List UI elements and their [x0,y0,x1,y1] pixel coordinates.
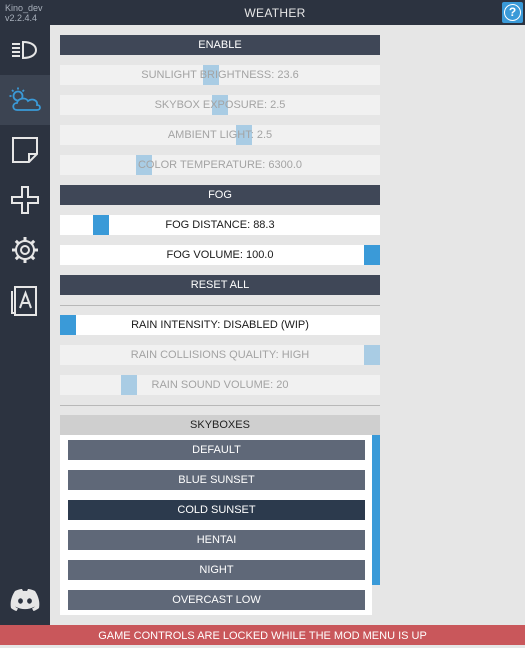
skybox-item-default[interactable]: DEFAULT [68,440,365,460]
status-banner: GAME CONTROLS ARE LOCKED WHILE THE MOD M… [0,625,525,645]
sunlight-brightness-slider[interactable]: SUNLIGHT BRIGHTNESS: 23.6 [60,65,380,85]
slider-handle[interactable] [121,375,137,395]
enable-button[interactable]: ENABLE [60,35,380,55]
slider-label: SUNLIGHT BRIGHTNESS: 23.6 [141,69,299,81]
fog-header: FOG [60,185,380,205]
fog-volume-slider[interactable]: FOG VOLUME: 100.0 [60,245,380,265]
skybox-item-cold-sunset[interactable]: COLD SUNSET [68,500,365,520]
skyboxes-title: SKYBOXES [190,419,250,431]
divider [60,405,380,406]
slider-handle[interactable] [364,245,380,265]
scrollbar-thumb[interactable] [372,435,380,585]
reset-all-label: RESET ALL [190,279,250,291]
sidebar-item-discord[interactable] [0,575,50,625]
help-icon: ? [504,4,521,21]
sidebar-item-notes[interactable] [0,125,50,175]
title-bar: Kino_dev v2.2.4.4 WEATHER ? [0,0,525,25]
sidebar-item-weather[interactable] [0,75,50,125]
reset-all-button[interactable]: RESET ALL [60,275,380,295]
slider-handle[interactable] [364,345,380,365]
ambient-light-slider[interactable]: AMBIENT LIGHT: 2.5 [60,125,380,145]
page-title: WEATHER [244,6,306,20]
slider-handle[interactable] [93,215,109,235]
sidebar-item-fonts[interactable] [0,275,50,325]
weather-panel: ENABLE SUNLIGHT BRIGHTNESS: 23.6 SKYBOX … [50,25,525,625]
color-temperature-slider[interactable]: COLOR TEMPERATURE: 6300.0 [60,155,380,175]
sidebar-item-settings[interactable] [0,225,50,275]
rain-sound-volume-slider[interactable]: RAIN SOUND VOLUME: 20 [60,375,380,395]
skybox-exposure-slider[interactable]: SKYBOX EXPOSURE: 2.5 [60,95,380,115]
rain-collisions-quality-slider[interactable]: RAIN COLLISIONS QUALITY: HIGH [60,345,380,365]
fog-distance-slider[interactable]: FOG DISTANCE: 88.3 [60,215,380,235]
divider [60,305,380,306]
help-button[interactable]: ? [502,2,523,23]
skybox-item-hentai[interactable]: HENTAI [68,530,365,550]
plus-icon [11,186,39,214]
gear-icon [12,237,38,263]
slider-label: RAIN INTENSITY: DISABLED (WIP) [131,319,309,331]
slider-handle[interactable] [60,315,76,335]
skybox-item-blue-sunset[interactable]: BLUE SUNSET [68,470,365,490]
slider-label: FOG VOLUME: 100.0 [166,249,274,261]
skyboxes-scrollbar[interactable] [372,435,380,615]
slider-label: FOG DISTANCE: 88.3 [165,219,275,231]
skybox-item-overcast-low[interactable]: OVERCAST LOW [68,590,365,610]
slider-label: SKYBOX EXPOSURE: 2.5 [154,99,286,111]
discord-icon [10,589,40,611]
slider-label: AMBIENT LIGHT: 2.5 [167,129,273,141]
slider-label: COLOR TEMPERATURE: 6300.0 [137,159,303,171]
slider-label: RAIN SOUND VOLUME: 20 [151,379,289,391]
font-icon [11,286,37,316]
note-icon [12,137,38,163]
headlight-icon [12,40,38,60]
rain-intensity-slider[interactable]: RAIN INTENSITY: DISABLED (WIP) [60,315,380,335]
skyboxes-list: DEFAULT BLUE SUNSET COLD SUNSET HENTAI N… [60,435,372,615]
weather-icon [9,87,41,111]
skyboxes-panel: SKYBOXES DEFAULT BLUE SUNSET COLD SUNSET… [60,415,380,615]
sidebar-item-lights[interactable] [0,25,50,75]
sidebar-item-add[interactable] [0,175,50,225]
skybox-item-night[interactable]: NIGHT [68,560,365,580]
sidebar [0,25,50,625]
slider-label: RAIN COLLISIONS QUALITY: HIGH [130,349,310,361]
fog-header-label: FOG [208,189,232,201]
enable-label: ENABLE [198,39,242,51]
